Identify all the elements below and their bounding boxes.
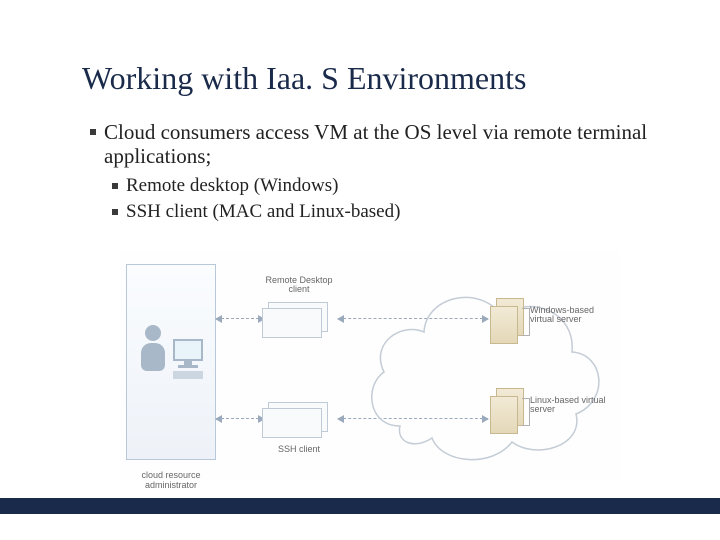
workstation-icon <box>171 339 205 379</box>
ssh-client-label: SSH client <box>260 445 338 454</box>
window-icon <box>262 408 322 438</box>
slide-title: Working with Iaa. S Environments <box>82 60 526 97</box>
slide-body: Cloud consumers access VM at the OS leve… <box>90 120 650 226</box>
architecture-diagram: cloud resource administrator Remote Desk… <box>120 250 620 480</box>
footer-bar <box>0 498 720 514</box>
linux-virtual-server: Linux-based virtual server <box>490 388 524 434</box>
rdp-client-label: Remote Desktop client <box>260 276 338 295</box>
window-icon <box>262 308 322 338</box>
bullet-icon <box>112 209 118 215</box>
bullet-main: Cloud consumers access VM at the OS leve… <box>90 120 650 168</box>
person-icon <box>141 325 165 371</box>
rdp-client: Remote Desktop client <box>260 298 338 340</box>
cloud-icon <box>360 266 612 466</box>
bullet-icon <box>90 129 96 135</box>
admin-label: cloud resource administrator <box>127 471 215 491</box>
arrow-icon <box>216 318 264 319</box>
server-icon <box>490 396 518 434</box>
bullet-sub-1-text: Remote desktop (Windows) <box>126 175 338 196</box>
windows-virtual-server: Windows-based virtual server <box>490 298 524 344</box>
slide: Working with Iaa. S Environments Cloud c… <box>0 0 720 540</box>
bullet-sub-2-text: SSH client (MAC and Linux-based) <box>126 201 400 222</box>
bracket-icon <box>522 308 530 336</box>
arrow-icon <box>216 418 264 419</box>
admin-box: cloud resource administrator <box>126 264 216 460</box>
bullet-sub-1: Remote desktop (Windows) <box>112 174 650 198</box>
windows-vs-label: Windows-based virtual server <box>530 306 620 325</box>
bullet-main-text: Cloud consumers access VM at the OS leve… <box>104 120 647 168</box>
linux-vs-label: Linux-based virtual server <box>530 396 620 415</box>
ssh-client: SSH client <box>260 398 338 440</box>
bracket-icon <box>522 398 530 426</box>
server-icon <box>490 306 518 344</box>
bullet-icon <box>112 183 118 189</box>
bullet-sub-2: SSH client (MAC and Linux-based) <box>112 200 650 224</box>
